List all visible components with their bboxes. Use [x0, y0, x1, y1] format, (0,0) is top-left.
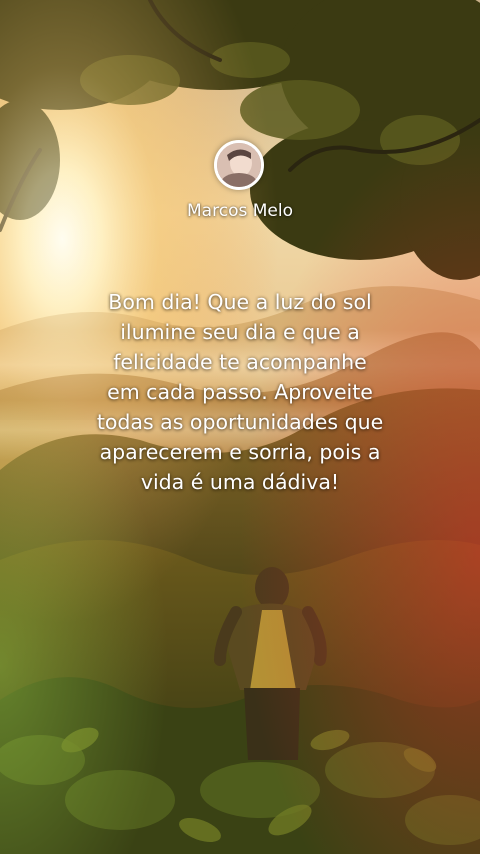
post-message: Bom dia! Que a luz do sol ilumine seu di…: [96, 290, 384, 494]
author-avatar[interactable]: [214, 140, 264, 190]
author-name[interactable]: Marcos Melo: [0, 201, 480, 221]
story-screen: Marcos Melo Bom dia! Que a luz do sol il…: [0, 0, 480, 854]
